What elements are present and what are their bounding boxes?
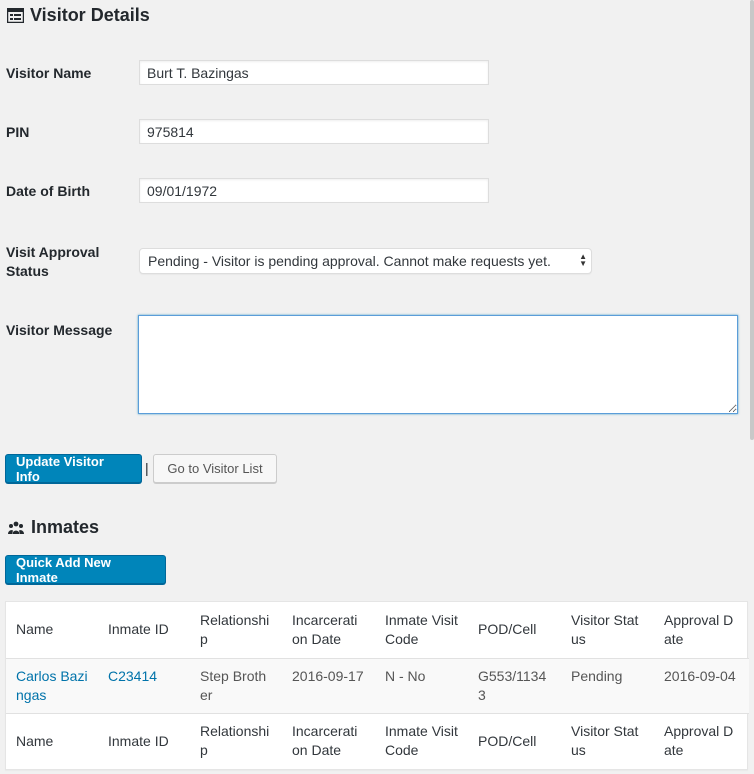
visit-code-cell: N - No (385, 667, 426, 684)
column-footer[interactable]: Visitor Status (561, 713, 654, 769)
visitor-name-input[interactable] (139, 60, 489, 85)
update-visitor-button[interactable]: Update Visitor Info (5, 454, 142, 484)
column-footer[interactable]: Name (6, 713, 98, 769)
inmates-title: Inmates (7, 517, 99, 538)
table-icon (6, 7, 24, 25)
button-separator: | (145, 460, 149, 476)
pin-row: PIN (6, 123, 139, 142)
visitor-details-title: Visitor Details (6, 5, 150, 26)
approval-date-cell: 2016-09-04 (664, 667, 736, 684)
pin-input[interactable] (139, 119, 489, 144)
column-footer[interactable]: Approval Date (654, 713, 749, 769)
inmate-name-link[interactable]: Carlos Bazingas (16, 668, 88, 703)
column-header[interactable]: Name (6, 602, 98, 658)
inmates-table: Name Inmate ID Relationship Incarceratio… (5, 601, 749, 770)
visitor-message-textarea[interactable] (138, 315, 738, 414)
approval-status-label-line1: Visit Approval (6, 244, 100, 260)
go-to-visitor-list-button[interactable]: Go to Visitor List (153, 454, 277, 483)
column-footer[interactable]: Relationship (190, 713, 282, 769)
select-arrows-icon: ▲ ▼ (579, 252, 587, 268)
column-header[interactable]: Inmate Visit Code (375, 602, 468, 658)
column-header[interactable]: Approval Date (654, 602, 749, 658)
column-footer[interactable]: Inmate Visit Code (375, 713, 468, 769)
visitor-name-label: Visitor Name (6, 65, 92, 81)
table-header-row: Name Inmate ID Relationship Incarceratio… (6, 602, 749, 658)
approval-status-label-line2: Status (6, 263, 49, 279)
inmates-title-text: Inmates (31, 517, 100, 537)
page-scrollbar[interactable] (750, 0, 754, 440)
incarceration-date-cell: 2016-09-17 (292, 667, 364, 684)
column-footer[interactable]: POD/Cell (468, 713, 561, 769)
column-header[interactable]: Relationship (190, 602, 282, 658)
dob-label: Date of Birth (6, 183, 90, 199)
approval-status-label: Visit Approval Status (6, 243, 139, 281)
pod-cell-cell: G553/11343 (478, 667, 547, 703)
approval-status-row: Visit Approval Status (6, 243, 139, 281)
table-footer-row: Name Inmate ID Relationship Incarceratio… (6, 713, 749, 769)
visitor-status-cell: Pending (571, 667, 623, 684)
visitor-details-title-text: Visitor Details (30, 5, 150, 25)
column-header[interactable]: Incarceration Date (282, 602, 375, 658)
column-header[interactable]: Visitor Status (561, 602, 654, 658)
visitor-name-row: Visitor Name (6, 64, 139, 83)
approval-status-selected: Pending - Visitor is pending approval. C… (148, 253, 551, 269)
inmate-id-cell: C23414 (98, 658, 190, 713)
column-header[interactable]: POD/Cell (468, 602, 561, 658)
column-header[interactable]: Inmate ID (98, 602, 190, 658)
inmate-id-link[interactable]: C23414 (108, 668, 157, 684)
message-label: Visitor Message (6, 322, 113, 338)
group-icon (7, 519, 25, 537)
relationship-cell: Step Brother (200, 667, 267, 703)
column-footer[interactable]: Incarceration Date (282, 713, 375, 769)
dob-row: Date of Birth (6, 182, 139, 201)
table-row: Carlos Bazingas C23414 Step Brother 2016… (6, 658, 749, 713)
dob-input[interactable] (139, 178, 489, 203)
inmate-name-cell: Carlos Bazingas (6, 658, 98, 713)
approval-status-select[interactable]: Pending - Visitor is pending approval. C… (139, 248, 592, 274)
quick-add-inmate-button[interactable]: Quick Add New Inmate (5, 555, 166, 585)
message-row: Visitor Message (6, 321, 139, 340)
pin-label: PIN (6, 124, 30, 140)
column-footer[interactable]: Inmate ID (98, 713, 190, 769)
